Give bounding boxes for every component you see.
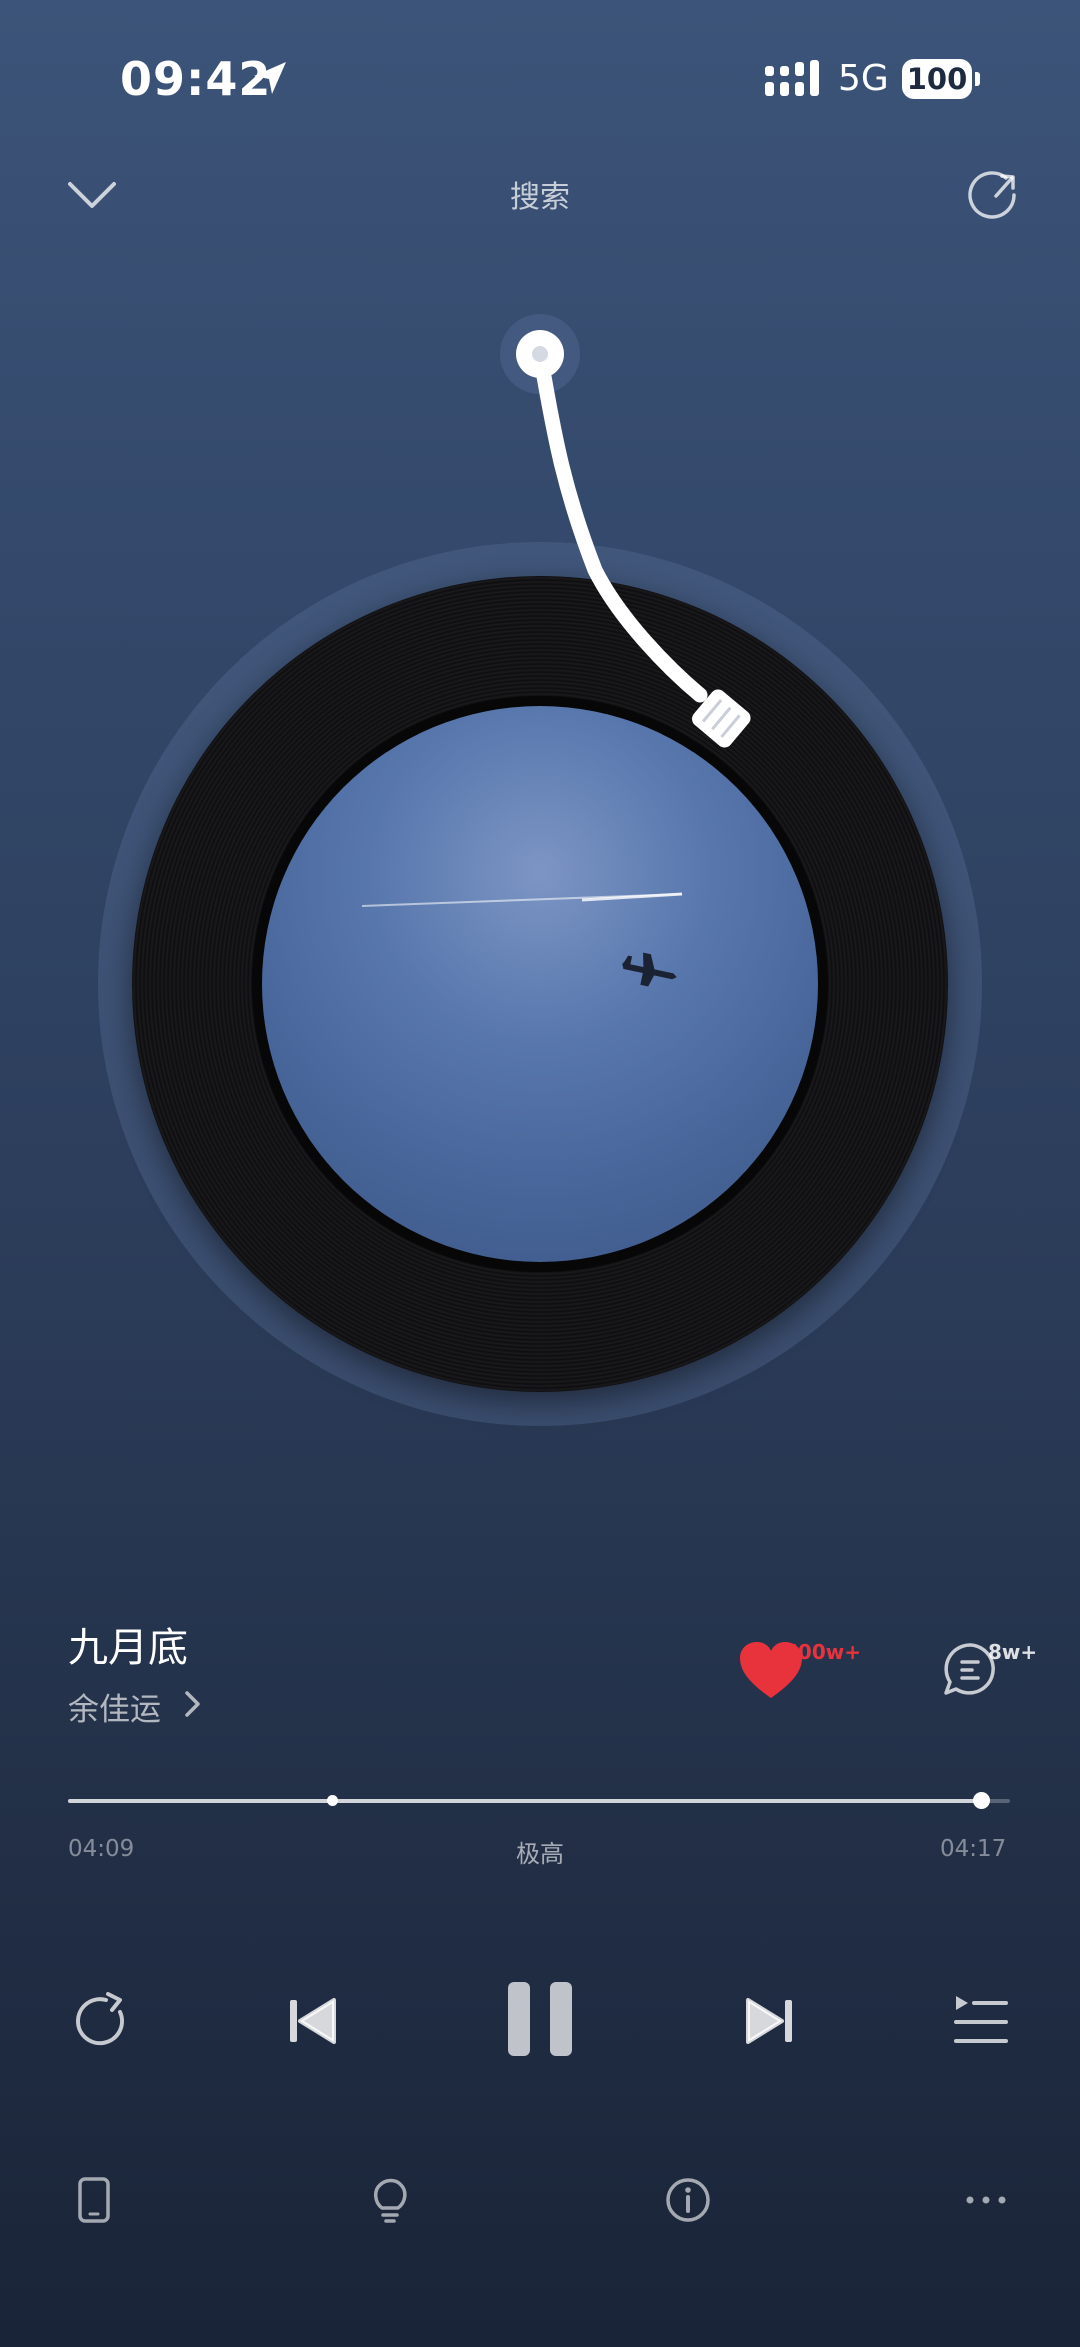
current-time: 04:09	[68, 1836, 135, 1862]
repeat-icon[interactable]	[66, 1986, 136, 2056]
search-button[interactable]: 搜索	[480, 172, 600, 216]
progress-fill	[68, 1799, 981, 1803]
buffer-marker	[326, 1795, 338, 1806]
battery-icon: 100	[902, 59, 982, 99]
info-icon[interactable]	[664, 2176, 712, 2224]
tonearm	[500, 314, 751, 748]
lightbulb-icon[interactable]	[366, 2176, 414, 2224]
airplane-icon	[621, 952, 677, 987]
comment-count: 8w+	[988, 1640, 1038, 1664]
song-title: 九月底	[68, 1625, 188, 1671]
chevron-right-icon[interactable]	[182, 1688, 204, 1720]
signal-icon	[765, 60, 819, 96]
share-icon[interactable]	[966, 168, 1020, 222]
pause-icon[interactable]	[500, 1978, 580, 2060]
device-icon[interactable]	[70, 2176, 118, 2224]
like-count: 600w+	[784, 1640, 861, 1664]
playlist-icon[interactable]	[946, 1986, 1016, 2056]
network-type: 5G	[838, 58, 889, 99]
artist-name[interactable]: 余佳运	[68, 1684, 161, 1729]
progress-thumb[interactable]	[972, 1792, 990, 1809]
album-cover	[262, 706, 818, 1262]
location-arrow-icon	[254, 62, 286, 94]
total-time: 04:17	[940, 1836, 1007, 1862]
chevron-down-icon[interactable]	[62, 170, 122, 218]
status-time: 09:42	[120, 52, 272, 106]
next-icon[interactable]	[734, 1986, 804, 2056]
quality-button[interactable]: 极高	[490, 1834, 590, 1869]
previous-icon[interactable]	[278, 1986, 348, 2056]
battery-level: 100	[902, 59, 972, 99]
more-icon[interactable]	[962, 2176, 1010, 2224]
